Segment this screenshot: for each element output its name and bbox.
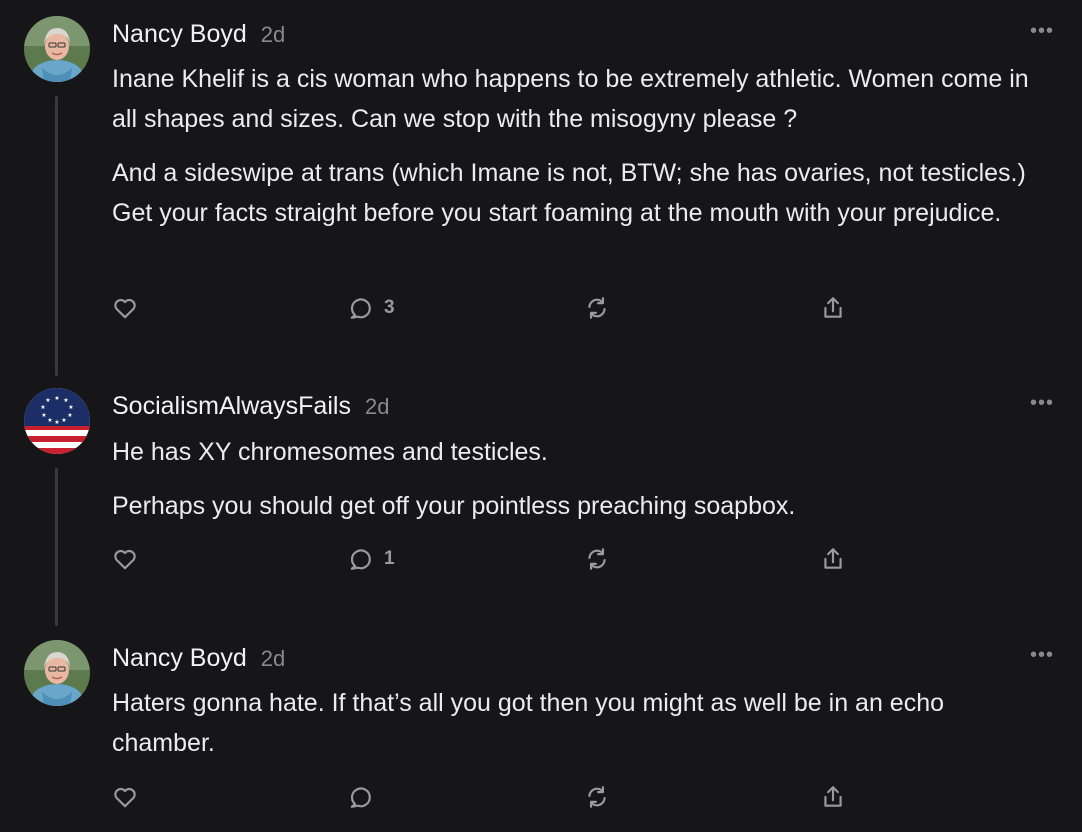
comment-actions: 1 xyxy=(112,546,872,576)
share-icon xyxy=(824,297,842,318)
share-button[interactable] xyxy=(820,295,846,321)
user-avatar-flag: ★ ★ ★ ★ ★ ★ ★ ★ ★ ★ xyxy=(24,388,90,454)
author-name[interactable]: Nancy Boyd xyxy=(112,644,247,673)
reply-count: 3 xyxy=(384,297,395,318)
heart-icon xyxy=(114,299,136,319)
more-options-icon[interactable]: ••• xyxy=(1030,21,1054,41)
comment-paragraph: Inane Khelif is a cis woman who happens … xyxy=(112,65,1029,133)
share-icon xyxy=(824,548,842,569)
like-button[interactable] xyxy=(112,295,138,321)
comment-body: Inane Khelif is a cis woman who happens … xyxy=(112,59,1052,247)
svg-text:★: ★ xyxy=(54,395,59,402)
avatar[interactable]: ★ ★ ★ ★ ★ ★ ★ ★ ★ ★ xyxy=(24,388,90,454)
reply-button[interactable] xyxy=(348,784,384,810)
comment-paragraph: Perhaps you should get off your pointles… xyxy=(112,492,796,520)
like-button[interactable] xyxy=(112,546,138,572)
comment-actions xyxy=(112,784,872,814)
comment-paragraph: He has XY chromesomes and testicles. xyxy=(112,438,548,466)
timestamp[interactable]: 2d xyxy=(261,646,285,672)
comment-thread: Nancy Boyd 2d ••• Inane Khelif is a cis … xyxy=(0,0,1082,832)
svg-text:★: ★ xyxy=(54,419,59,426)
comment: ★ ★ ★ ★ ★ ★ ★ ★ ★ ★ SocialismAlwaysFails… xyxy=(0,388,1082,626)
author-name[interactable]: Nancy Boyd xyxy=(112,20,247,49)
user-avatar-photo xyxy=(24,16,90,82)
svg-text:★: ★ xyxy=(67,412,72,419)
comment-bubble-icon xyxy=(350,549,371,570)
comment-paragraph: And a sideswipe at trans (which Imane is… xyxy=(112,159,1026,227)
reply-button[interactable]: 1 xyxy=(348,546,395,572)
reply-button[interactable]: 3 xyxy=(348,295,395,321)
restack-icon xyxy=(588,786,606,808)
svg-text:★: ★ xyxy=(40,404,45,411)
comment-header: SocialismAlwaysFails 2d xyxy=(112,392,389,421)
more-options-icon[interactable]: ••• xyxy=(1030,645,1054,665)
author-name[interactable]: SocialismAlwaysFails xyxy=(112,392,351,421)
avatar[interactable] xyxy=(24,640,90,706)
comment-bubble-icon xyxy=(350,787,371,808)
reply-count: 1 xyxy=(384,548,395,569)
timestamp[interactable]: 2d xyxy=(365,394,389,420)
comment: Nancy Boyd 2d ••• Haters gonna hate. If … xyxy=(0,640,1082,832)
restack-icon xyxy=(588,548,606,570)
share-icon xyxy=(824,786,842,807)
more-options-icon[interactable]: ••• xyxy=(1030,393,1054,413)
svg-text:★: ★ xyxy=(41,412,46,419)
svg-text:★: ★ xyxy=(45,397,50,404)
like-button[interactable] xyxy=(112,784,138,810)
comment-body: He has XY chromesomes and testicles. Per… xyxy=(112,432,1052,540)
share-button[interactable] xyxy=(820,784,846,810)
timestamp[interactable]: 2d xyxy=(261,22,285,48)
comment-paragraph: Haters gonna hate. If that’s all you got… xyxy=(112,689,945,757)
share-button[interactable] xyxy=(820,546,846,572)
restack-button[interactable] xyxy=(584,295,610,321)
thread-connector-line xyxy=(55,468,58,626)
restack-button[interactable] xyxy=(584,546,610,572)
heart-icon xyxy=(114,788,136,808)
svg-text:★: ★ xyxy=(63,397,68,404)
user-avatar-photo xyxy=(24,640,90,706)
heart-icon xyxy=(114,550,136,570)
svg-text:★: ★ xyxy=(68,404,73,411)
avatar[interactable] xyxy=(24,16,90,82)
comment: Nancy Boyd 2d ••• Inane Khelif is a cis … xyxy=(0,16,1082,376)
svg-text:★: ★ xyxy=(47,417,52,424)
comment-header: Nancy Boyd 2d xyxy=(112,644,285,673)
comment-body: Haters gonna hate. If that’s all you got… xyxy=(112,683,1052,777)
restack-icon xyxy=(588,297,606,319)
thread-connector-line xyxy=(55,96,58,376)
comment-header: Nancy Boyd 2d xyxy=(112,20,285,49)
comment-actions: 3 xyxy=(112,295,872,325)
restack-button[interactable] xyxy=(584,784,610,810)
comment-bubble-icon xyxy=(350,298,371,319)
svg-text:★: ★ xyxy=(61,417,66,424)
